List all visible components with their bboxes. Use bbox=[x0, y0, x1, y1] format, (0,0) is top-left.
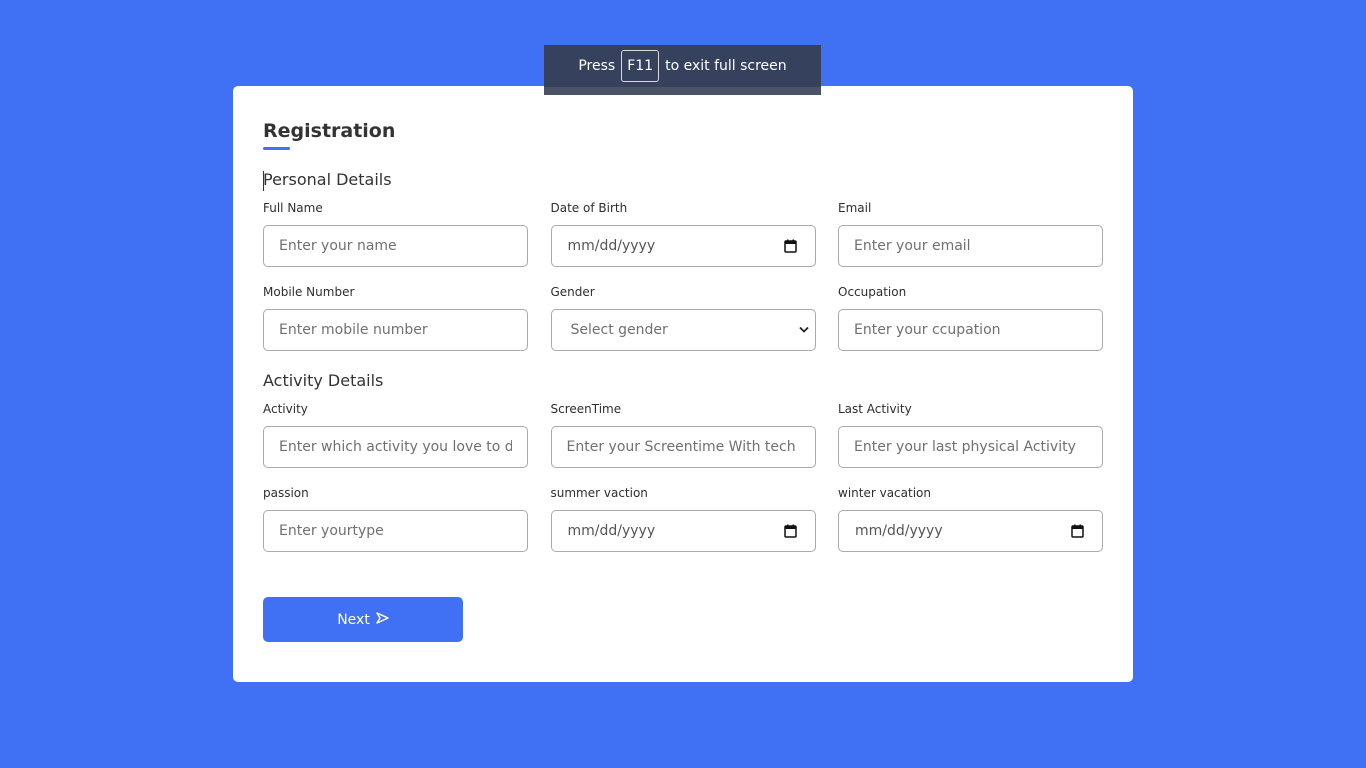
calendar-icon[interactable] bbox=[783, 524, 797, 538]
field-label: ScreenTime bbox=[550, 402, 622, 416]
fullscreen-exit-banner: Press F11 to exit full screen bbox=[544, 45, 821, 95]
page-title-text: Registration bbox=[263, 120, 396, 142]
email-input[interactable]: Enter your email bbox=[838, 225, 1103, 267]
field-label: passion bbox=[263, 486, 309, 500]
banner-suffix-text: to exit full screen bbox=[665, 58, 787, 74]
input-placeholder: mm/dd/yyyy bbox=[567, 238, 656, 254]
winter-vacation-input[interactable]: mm/dd/yyyy bbox=[838, 510, 1103, 552]
form-row-4: passion Enter yourtype summer vaction mm… bbox=[263, 485, 1103, 552]
occupation-input[interactable]: Enter your ccupation bbox=[838, 309, 1103, 351]
title-underline bbox=[263, 147, 290, 150]
field-label: Last Activity bbox=[838, 402, 912, 416]
field-label: summer vaction bbox=[550, 486, 648, 500]
field-email: Email Enter your email bbox=[838, 200, 1103, 267]
field-winter-vacation: winter vacation mm/dd/yyyy bbox=[838, 485, 1103, 552]
field-label: Occupation bbox=[838, 285, 907, 299]
calendar-icon[interactable] bbox=[1071, 524, 1084, 538]
next-button[interactable]: Next bbox=[263, 597, 463, 642]
page-title: Registration bbox=[263, 116, 1103, 150]
passion-input[interactable]: Enter yourtype bbox=[263, 510, 528, 552]
field-label: Email bbox=[838, 201, 872, 215]
banner-key-f11: F11 bbox=[621, 50, 660, 82]
form-row-2: Mobile Number Enter mobile number Gender… bbox=[263, 284, 1103, 351]
field-label: Date of Birth bbox=[550, 201, 628, 215]
field-label: Full Name bbox=[263, 201, 323, 215]
field-last-activity: Last Activity Enter your last physical A… bbox=[838, 401, 1103, 468]
next-button-label: Next bbox=[337, 611, 370, 628]
section-title-activity-details: Activity Details bbox=[263, 370, 1103, 392]
input-placeholder: mm/dd/yyyy bbox=[567, 523, 656, 539]
field-full-name: Full Name Enter your name bbox=[263, 200, 528, 267]
field-date-of-birth: Date of Birth mm/dd/yyyy bbox=[550, 200, 816, 267]
input-placeholder: Enter mobile number bbox=[279, 322, 428, 338]
field-passion: passion Enter yourtype bbox=[263, 485, 528, 552]
section-title-personal-details: Personal Details bbox=[263, 169, 1103, 191]
field-label: Mobile Number bbox=[263, 285, 355, 299]
input-placeholder: Enter your name bbox=[279, 238, 397, 254]
input-placeholder: Enter yourtype bbox=[279, 523, 384, 539]
banner-press-text: Press bbox=[578, 58, 616, 74]
field-summer-vacation: summer vaction mm/dd/yyyy bbox=[550, 485, 816, 552]
field-gender: Gender Select gender bbox=[550, 284, 816, 351]
registration-card: Registration Personal Details Full Name … bbox=[233, 86, 1133, 682]
select-value: Select gender bbox=[570, 322, 668, 338]
input-placeholder: Enter your Screentime With tech bbox=[566, 439, 796, 455]
section-title-text: Activity Details bbox=[263, 371, 384, 390]
full-name-input[interactable]: Enter your name bbox=[263, 225, 528, 267]
field-mobile-number: Mobile Number Enter mobile number bbox=[263, 284, 528, 351]
chevron-down-icon bbox=[798, 326, 809, 334]
input-placeholder: Enter your email bbox=[854, 238, 971, 254]
input-placeholder: Enter your ccupation bbox=[854, 322, 1001, 338]
input-placeholder: mm/dd/yyyy bbox=[855, 523, 943, 539]
input-placeholder: Enter your last physical Activity bbox=[854, 439, 1076, 455]
last-activity-input[interactable]: Enter your last physical Activity bbox=[838, 426, 1103, 468]
field-screentime: ScreenTime Enter your Screentime With te… bbox=[550, 401, 816, 468]
summer-vacation-input[interactable]: mm/dd/yyyy bbox=[550, 510, 816, 552]
form-row-3: Activity Enter which activity you love t… bbox=[263, 401, 1103, 468]
field-label: winter vacation bbox=[838, 486, 931, 500]
calendar-icon[interactable] bbox=[783, 239, 797, 253]
activity-input[interactable]: Enter which activity you love to do bbox=[263, 426, 528, 468]
section-title-text: Personal Details bbox=[263, 170, 392, 189]
input-placeholder: Enter which activity you love to do bbox=[279, 439, 512, 455]
field-label: Activity bbox=[263, 402, 308, 416]
form-row-1: Full Name Enter your name Date of Birth … bbox=[263, 200, 1103, 267]
gender-select[interactable]: Select gender bbox=[550, 309, 816, 351]
mobile-number-input[interactable]: Enter mobile number bbox=[263, 309, 528, 351]
field-activity: Activity Enter which activity you love t… bbox=[263, 401, 528, 468]
field-label: Gender bbox=[550, 285, 595, 299]
send-arrow-icon bbox=[376, 611, 389, 628]
screentime-input[interactable]: Enter your Screentime With tech bbox=[550, 426, 816, 468]
date-of-birth-input[interactable]: mm/dd/yyyy bbox=[550, 225, 816, 267]
field-occupation: Occupation Enter your ccupation bbox=[838, 284, 1103, 351]
